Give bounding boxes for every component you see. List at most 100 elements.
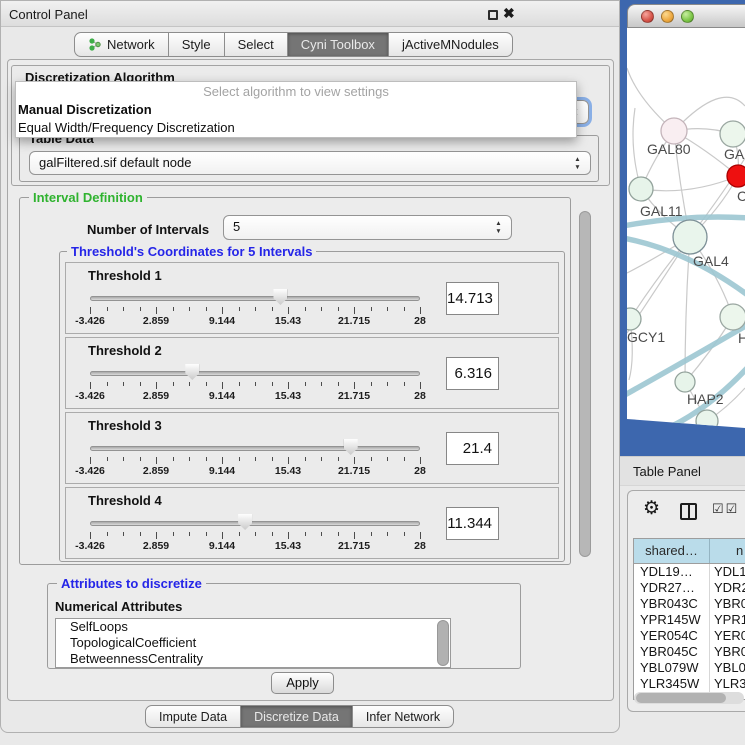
slider-tick	[321, 382, 322, 386]
number-of-intervals-combobox[interactable]: 5 ▲▼	[223, 215, 512, 240]
attribute-list-item[interactable]: TopologicalCoefficient	[56, 635, 450, 651]
table-row[interactable]: YER054CYER0	[634, 628, 745, 644]
tab-infer-network[interactable]: Infer Network	[352, 705, 454, 728]
network-node-hap2[interactable]	[675, 372, 695, 392]
cell-shared-name[interactable]: YBR043C	[634, 596, 710, 612]
slider-track[interactable]	[90, 446, 420, 451]
table-row[interactable]: YBL079WYBL0	[634, 660, 745, 676]
slider-track[interactable]	[90, 521, 420, 526]
tab-select[interactable]: Select	[224, 32, 288, 57]
table-row[interactable]: YDR27…YDR2	[634, 580, 745, 596]
cell-name[interactable]: YBR0	[710, 596, 745, 612]
combo-arrows-icon: ▲▼	[573, 156, 582, 172]
network-node-gal11[interactable]	[629, 177, 653, 201]
attribute-list-item[interactable]: SelfLoops	[56, 619, 450, 635]
slider-tick	[189, 382, 190, 386]
table-row[interactable]: YPR145WYPR1	[634, 612, 745, 628]
threshold-panel-4: Threshold 4-3.4262.8599.14415.4321.71528…	[65, 487, 559, 559]
slider-tick-label: 2.859	[143, 315, 169, 327]
network-canvas[interactable]: GAL80GACGAL11GAL4HGCY1HAP2	[627, 28, 745, 428]
dropdown-option-equal-width-frequency[interactable]: Equal Width/Frequency Discretization	[16, 119, 576, 137]
network-node-node-top-right[interactable]	[720, 121, 745, 147]
slider-track[interactable]	[90, 296, 420, 301]
panel-vertical-scrollbar[interactable]	[579, 211, 591, 557]
split-columns-icon[interactable]	[680, 503, 697, 520]
cell-shared-name[interactable]: YER054C	[634, 628, 710, 644]
dropdown-option-manual-discretization[interactable]: Manual Discretization	[16, 101, 576, 119]
tab-jactivemnodules[interactable]: jActiveMNodules	[388, 32, 513, 57]
cell-name[interactable]: YPR1	[710, 612, 745, 628]
list-vertical-scrollbar[interactable]	[437, 620, 449, 666]
slider-tick	[107, 307, 108, 311]
tab-label: Infer Network	[366, 710, 440, 724]
table-row[interactable]: YLR345WYLR3	[634, 676, 745, 692]
threshold-value-field[interactable]: 11.344	[446, 507, 499, 540]
slider-track[interactable]	[90, 371, 420, 376]
numerical-attributes-label: Numerical Attributes	[55, 599, 182, 614]
slider-tick	[255, 382, 256, 386]
close-traffic-light[interactable]	[641, 10, 654, 23]
slider-tick-label: 15.43	[275, 540, 301, 552]
slider-tick	[222, 307, 223, 314]
cell-name[interactable]: YLR3	[710, 676, 745, 692]
column-checkbox-icons[interactable]: ☑☑	[712, 501, 739, 517]
attributes-group-label: Attributes to discretize	[57, 576, 206, 591]
apply-button[interactable]: Apply	[271, 672, 334, 694]
cell-shared-name[interactable]: YDR27…	[634, 580, 710, 596]
threshold-value-field[interactable]: 14.713	[446, 282, 499, 315]
slider-tick	[156, 382, 157, 389]
network-node-gal4[interactable]	[673, 220, 707, 254]
table-row[interactable]: YBR045CYBR0	[634, 644, 745, 660]
slider-tick-label: -3.426	[75, 465, 105, 477]
table-horizontal-scrollbar-thumb[interactable]	[636, 693, 726, 703]
tab-network[interactable]: Network	[74, 32, 169, 57]
minimize-traffic-light[interactable]	[661, 10, 674, 23]
zoom-traffic-light[interactable]	[681, 10, 694, 23]
cell-name[interactable]: YDR2	[710, 580, 745, 596]
table-row[interactable]: YDL19…YDL1	[634, 564, 745, 580]
slider-tick	[371, 532, 372, 536]
slider-thumb[interactable]	[238, 514, 252, 530]
cell-name[interactable]: YDL1	[710, 564, 745, 580]
tab-impute-data[interactable]: Impute Data	[145, 705, 241, 728]
cell-shared-name[interactable]: YLR345W	[634, 676, 710, 692]
cell-shared-name[interactable]: YPR145W	[634, 612, 710, 628]
table-horizontal-scrollbar[interactable]	[634, 692, 744, 704]
table-row[interactable]: YBR043CYBR0	[634, 596, 745, 612]
network-node-gcy1[interactable]	[627, 308, 641, 330]
slider-tick	[420, 457, 421, 464]
threshold-value-field[interactable]: 6.316	[446, 357, 499, 390]
network-node-node-right-mid[interactable]	[720, 304, 745, 330]
tab-cyni-toolbox[interactable]: Cyni Toolbox	[287, 32, 389, 57]
slider-tick	[140, 307, 141, 311]
column-header-shared-name[interactable]: shared…	[634, 539, 710, 563]
threshold-value-field[interactable]: 21.4	[446, 432, 499, 465]
slider-thumb[interactable]	[273, 289, 287, 305]
gear-icon[interactable]: ⚙	[643, 499, 660, 519]
cell-shared-name[interactable]: YDL19…	[634, 564, 710, 580]
slider-thumb[interactable]	[344, 439, 358, 455]
cell-name[interactable]: YBR0	[710, 644, 745, 660]
tab-label: Style	[182, 37, 211, 52]
slider-tick-label: 28	[414, 315, 426, 327]
cell-shared-name[interactable]: YBR045C	[634, 644, 710, 660]
attribute-list-item[interactable]: BetweennessCentrality	[56, 651, 450, 667]
column-header-name[interactable]: n	[710, 539, 745, 563]
slider-tick	[107, 532, 108, 536]
slider-thumb[interactable]	[185, 364, 199, 380]
close-icon[interactable]: ✖	[503, 5, 515, 22]
cell-name[interactable]: YER0	[710, 628, 745, 644]
network-node-node-red[interactable]	[727, 165, 745, 187]
tab-discretize-data[interactable]: Discretize Data	[240, 705, 353, 728]
slider-tick-label: 28	[414, 465, 426, 477]
slider-tick	[156, 307, 157, 314]
network-window-titlebar[interactable]	[627, 4, 745, 28]
cell-shared-name[interactable]: YBL079W	[634, 660, 710, 676]
tab-style[interactable]: Style	[168, 32, 225, 57]
cell-name[interactable]: YBL0	[710, 660, 745, 676]
float-window-icon[interactable]	[488, 10, 498, 20]
slider-tick	[189, 457, 190, 461]
table-data-combobox[interactable]: galFiltered.sif default node ▲▼	[29, 151, 591, 175]
slider-tick	[173, 382, 174, 386]
slider-tick	[272, 457, 273, 461]
